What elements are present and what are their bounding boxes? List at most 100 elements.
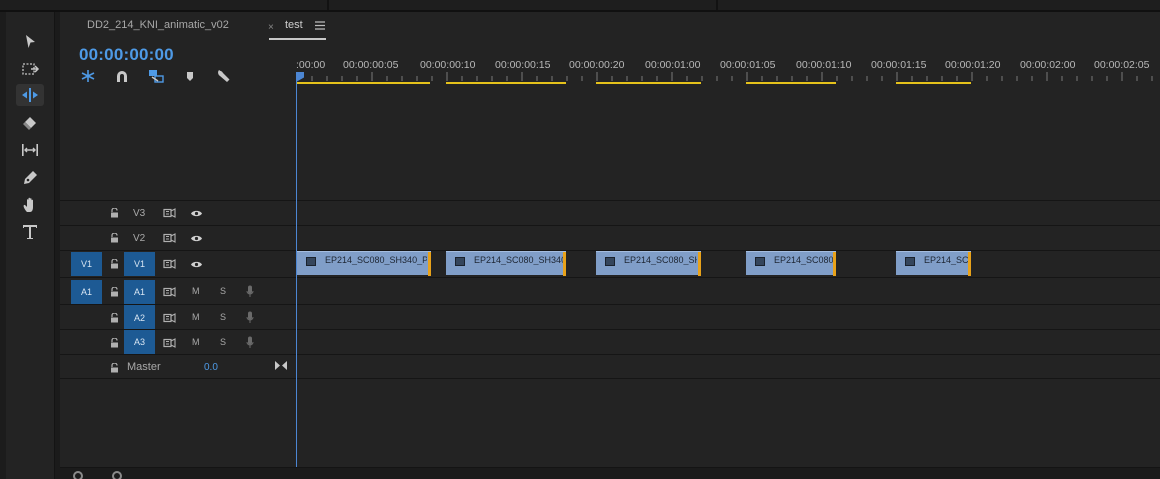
track-a3[interactable]: A3 M S <box>60 329 1160 354</box>
video-clip[interactable]: EP214_SC080_ <box>746 251 836 276</box>
add-marker-icon <box>187 72 193 81</box>
slip-tool[interactable] <box>16 139 44 161</box>
microphone-icon[interactable] <box>245 284 255 298</box>
track-v2[interactable]: V2 <box>60 225 1160 250</box>
microphone-icon[interactable] <box>245 310 255 324</box>
ruler-tick-label: 00:00:00:05 <box>343 59 399 71</box>
video-clip[interactable]: EP214_SC080_SH3 <box>596 251 701 276</box>
ruler-tick-label: 00:00:01:00 <box>645 59 701 71</box>
playhead-line[interactable] <box>296 80 297 469</box>
mute-button[interactable]: M <box>192 312 200 322</box>
snap-toggle[interactable] <box>113 68 131 84</box>
work-area-bar[interactable] <box>446 82 566 84</box>
solo-button[interactable]: S <box>220 312 226 322</box>
zoom-scroll-handle-right[interactable] <box>112 471 122 479</box>
zoom-scroll-handle-left[interactable] <box>73 471 83 479</box>
mute-button[interactable]: M <box>192 337 200 347</box>
toggle-sync-lock-icon[interactable] <box>163 286 176 298</box>
settings-wrench-icon <box>218 70 230 82</box>
track-name[interactable]: V2 <box>133 233 145 244</box>
pen-tool[interactable] <box>16 167 44 189</box>
track-header-a1: A1 A1 M S <box>60 278 296 304</box>
solo-button[interactable]: S <box>220 286 226 296</box>
clip-name: EP214_SC080_SH340_ <box>474 255 563 265</box>
time-ruler[interactable]: :00:00 00:00:00:05 00:00:00:10 00:00:00:… <box>296 50 1160 90</box>
mute-button[interactable]: M <box>192 286 200 296</box>
work-area-bar[interactable] <box>296 82 430 84</box>
source-patch-a1[interactable]: A1 <box>71 280 102 304</box>
lock-icon[interactable] <box>109 232 119 244</box>
pen-icon <box>24 171 37 184</box>
add-marker-button[interactable] <box>181 68 199 84</box>
nest-sequence-toggle[interactable] <box>79 68 97 84</box>
track-a1[interactable]: A1 A1 M S <box>60 277 1160 304</box>
lock-icon[interactable] <box>109 312 119 324</box>
ruler-tick-label: 00:00:02:05 <box>1094 59 1150 71</box>
top-panel-strip <box>0 0 1160 12</box>
track-v3[interactable]: V3 <box>60 200 1160 225</box>
panel-divider <box>716 0 718 10</box>
hand-tool[interactable] <box>16 194 44 216</box>
toggle-sync-lock-icon[interactable] <box>163 207 176 219</box>
snap-icon <box>117 71 127 82</box>
hand-icon <box>23 197 33 212</box>
track-header-v1: V1 V1 <box>60 251 296 277</box>
work-area-bar[interactable] <box>896 82 971 84</box>
razor-tool[interactable] <box>16 112 44 134</box>
video-clip[interactable]: EP214_SC0 <box>896 251 971 276</box>
eye-icon[interactable] <box>189 207 203 219</box>
track-target-a1[interactable]: A1 <box>124 280 155 304</box>
lock-icon[interactable] <box>109 362 119 374</box>
selection-tool[interactable] <box>16 31 44 53</box>
track-name[interactable]: V3 <box>133 208 145 219</box>
timeline-panel: DD2_214_KNI_animatic_v02 × test 00:00:00… <box>60 12 1160 479</box>
linked-selection-icon <box>149 70 164 83</box>
toggle-sync-lock-icon[interactable] <box>163 258 176 270</box>
track-header-v3: V3 <box>60 201 296 225</box>
lock-icon[interactable] <box>109 337 119 349</box>
ruler-tick-label: 00:00:02:00 <box>1020 59 1076 71</box>
work-area-bar[interactable] <box>746 82 836 84</box>
video-clip[interactable]: EP214_SC080_SH340_ <box>446 251 566 276</box>
ripple-edit-tool[interactable] <box>16 84 44 106</box>
sequence-tab-dd2-label[interactable]: DD2_214_KNI_animatic_v02 <box>87 19 229 31</box>
track-target-a3[interactable]: A3 <box>124 330 155 354</box>
ruler-tick-label: 00:00:01:10 <box>796 59 852 71</box>
master-volume-value[interactable]: 0.0 <box>204 362 218 373</box>
solo-button[interactable]: S <box>220 337 226 347</box>
video-clip[interactable]: EP214_SC080_SH340_PN <box>297 251 431 276</box>
work-area-bar[interactable] <box>596 82 701 84</box>
lock-icon[interactable] <box>109 258 119 270</box>
lock-icon[interactable] <box>109 286 119 298</box>
toggle-sync-lock-icon[interactable] <box>163 232 176 244</box>
horizontal-zoom-scrollbar[interactable] <box>60 467 1160 479</box>
track-select-forward-tool[interactable] <box>16 58 44 80</box>
panel-divider <box>327 0 329 10</box>
microphone-icon[interactable] <box>245 335 255 349</box>
timeline-settings-button[interactable] <box>215 68 233 84</box>
tab-menu-icon[interactable] <box>315 21 325 33</box>
track-target-a2[interactable]: A2 <box>124 305 155 330</box>
linked-selection-toggle[interactable] <box>147 68 165 84</box>
source-patch-v1[interactable]: V1 <box>71 252 102 276</box>
track-target-v1[interactable]: V1 <box>124 252 155 276</box>
clip-end-marker <box>698 252 701 276</box>
track-master[interactable]: Master 0.0 <box>60 354 1160 379</box>
toggle-sync-lock-icon[interactable] <box>163 337 176 349</box>
clip-end-marker <box>833 252 836 276</box>
eye-icon[interactable] <box>189 232 203 244</box>
sequence-tab-test-label[interactable]: test <box>285 19 303 31</box>
ruler-tick-label: 00:00:01:15 <box>871 59 927 71</box>
clip-name: EP214_SC080_SH340_PN <box>325 255 427 265</box>
go-to-next-edit-icon[interactable] <box>274 359 288 371</box>
fx-badge-icon <box>605 257 615 266</box>
toggle-sync-lock-icon[interactable] <box>163 312 176 324</box>
lock-icon[interactable] <box>109 207 119 219</box>
eye-icon[interactable] <box>189 258 203 270</box>
tab-close-icon[interactable]: × <box>268 22 274 33</box>
playhead-timecode[interactable]: 00:00:00:00 <box>79 45 174 65</box>
fx-badge-icon <box>455 257 465 266</box>
clip-end-marker <box>428 252 431 276</box>
type-tool[interactable] <box>16 221 44 243</box>
track-a2[interactable]: A2 M S <box>60 304 1160 330</box>
